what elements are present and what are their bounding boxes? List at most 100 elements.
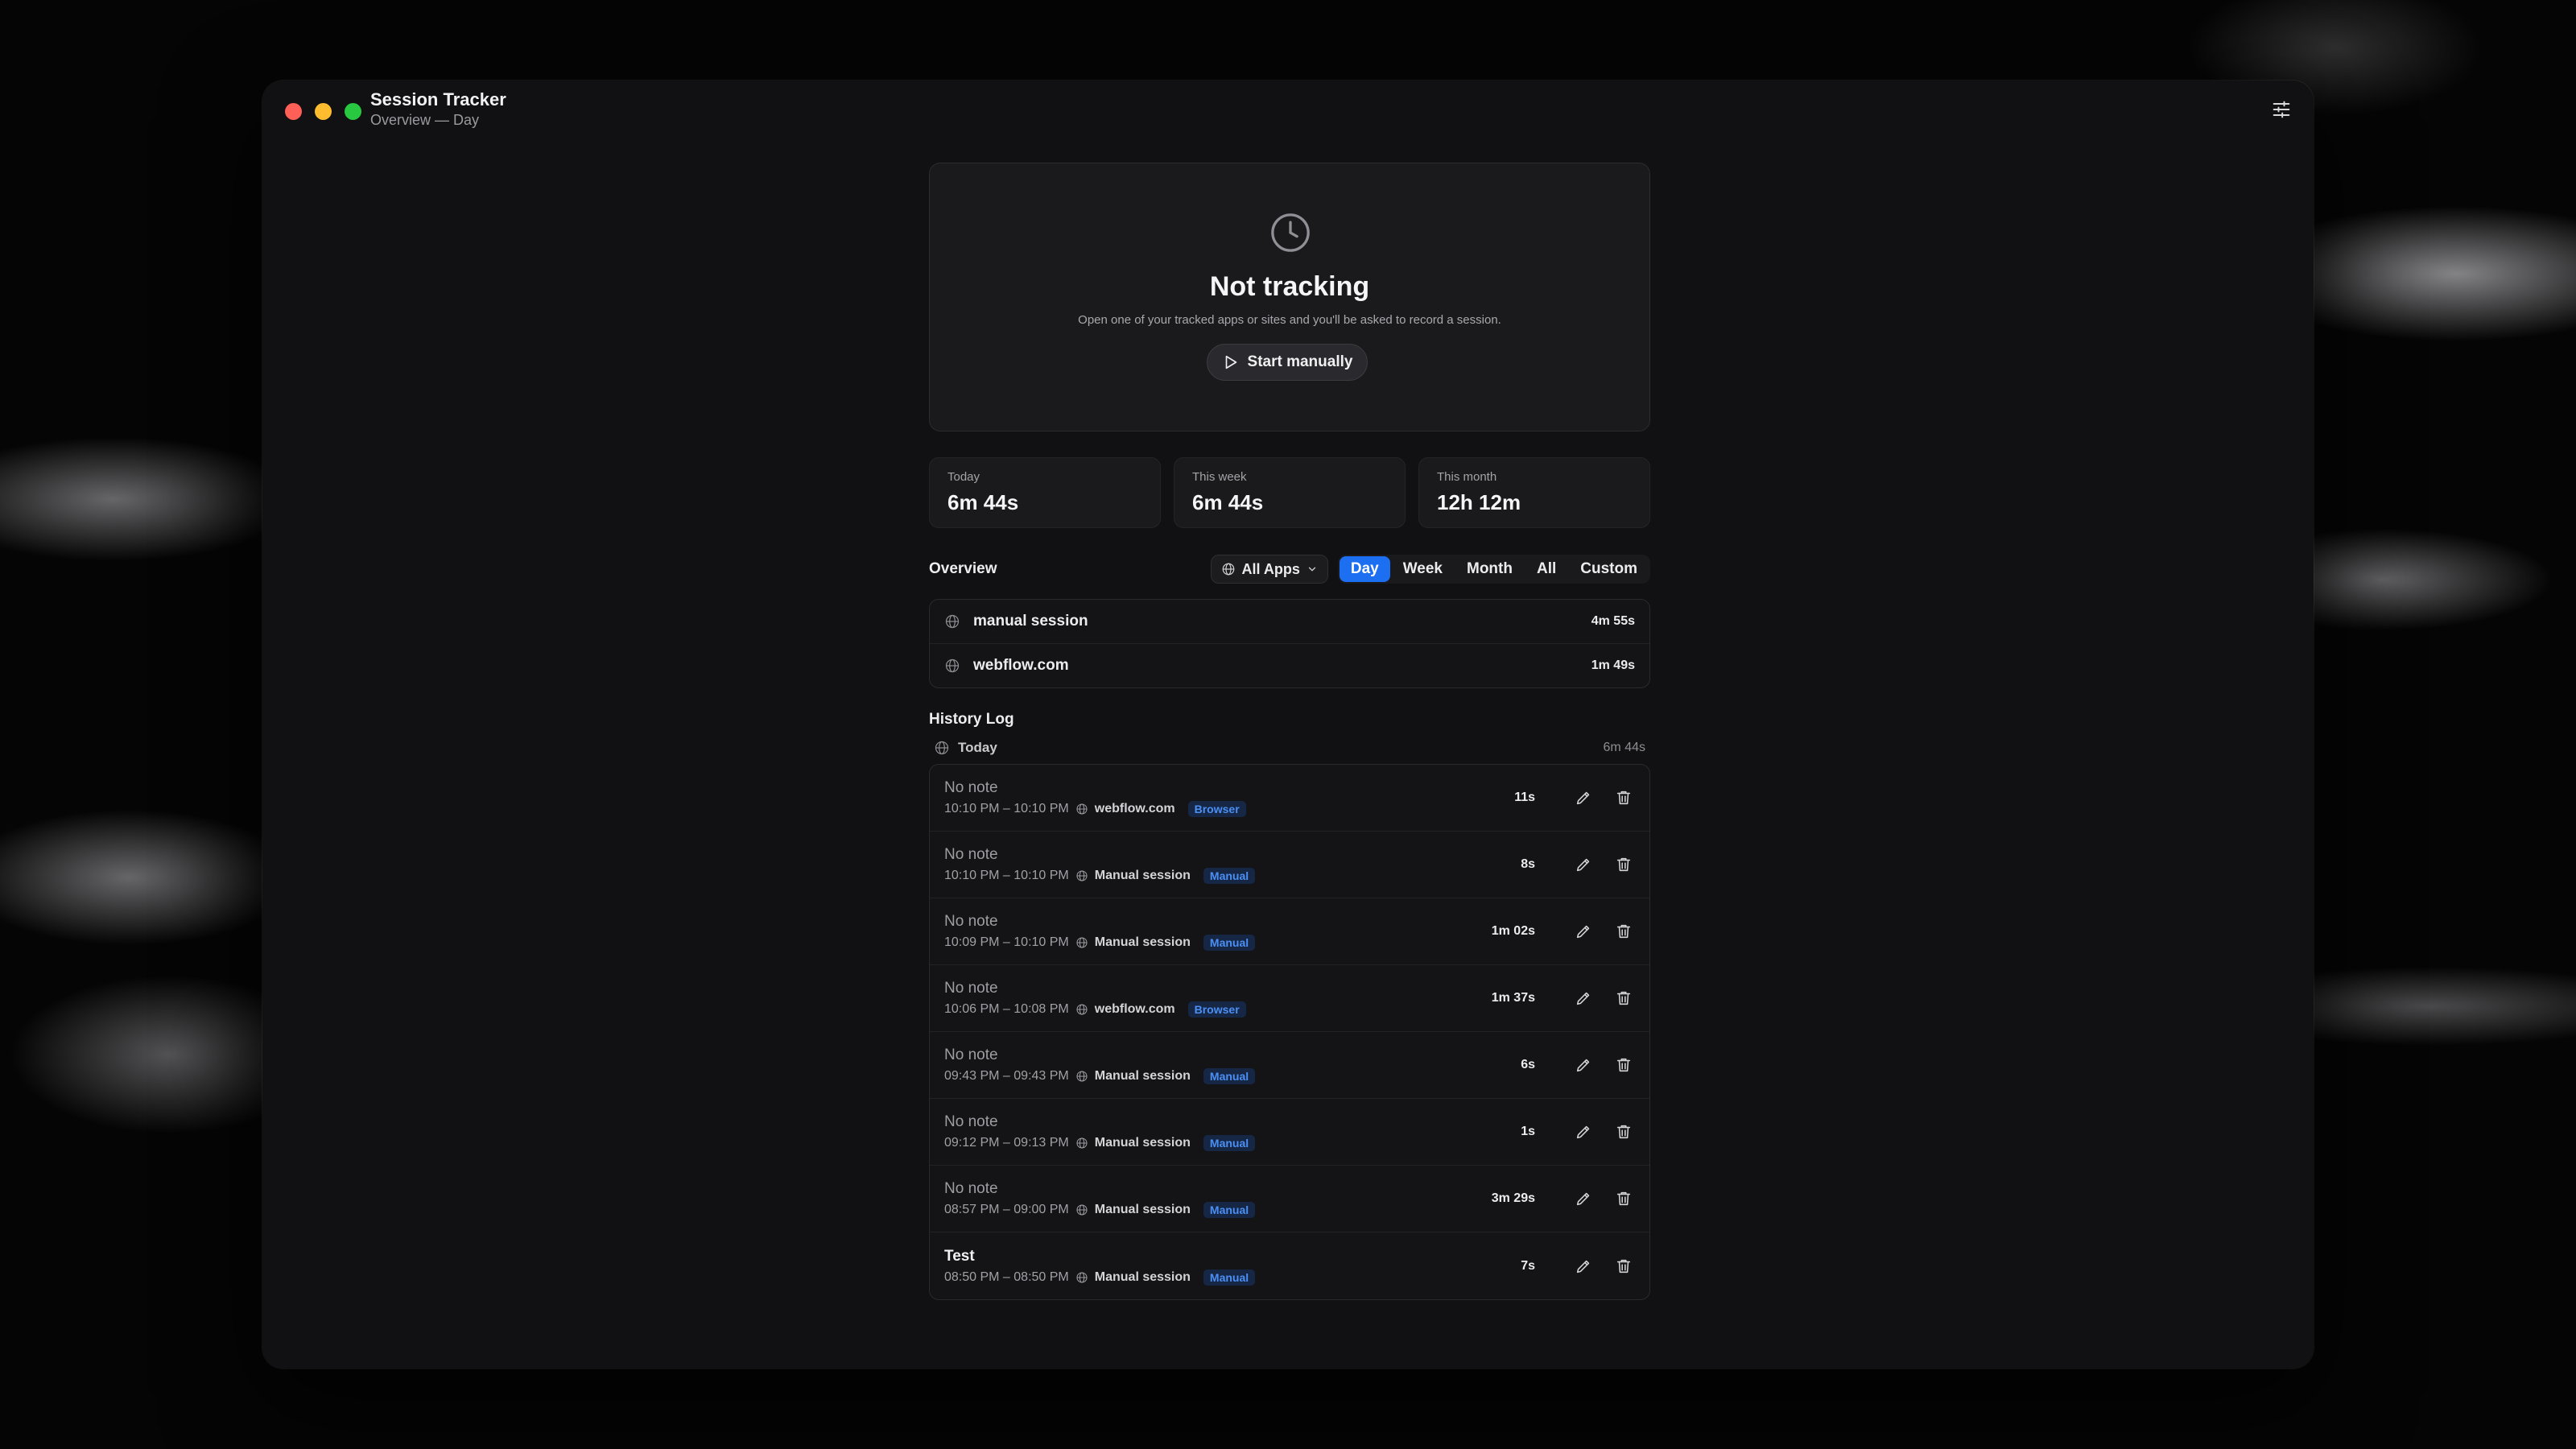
pencil-icon	[1575, 1056, 1592, 1074]
globe-icon	[1075, 869, 1088, 882]
source-type-badge: Manual	[1203, 1068, 1256, 1084]
edit-entry-button[interactable]	[1572, 853, 1595, 876]
app-subtitle: Overview — Day	[370, 112, 480, 128]
delete-entry-button[interactable]	[1612, 1054, 1635, 1076]
pencil-icon	[1575, 989, 1592, 1007]
delete-entry-button[interactable]	[1612, 987, 1635, 1009]
history-entry-note: No note	[944, 779, 998, 796]
delete-entry-button[interactable]	[1612, 920, 1635, 943]
history-entry[interactable]: No note 10:09 PM – 10:10 PM Manual session…	[930, 898, 1649, 965]
edit-entry-button[interactable]	[1572, 1054, 1595, 1076]
source-type-badge: Browser	[1187, 1001, 1246, 1018]
history-day-label: Today	[958, 740, 997, 755]
range-all[interactable]: All	[1525, 556, 1567, 582]
delete-entry-button[interactable]	[1612, 1255, 1635, 1278]
delete-entry-button[interactable]	[1612, 1187, 1635, 1210]
history-entry-meta: 08:50 PM – 08:50 PM Manual session Manual	[944, 1269, 1521, 1286]
edit-entry-button[interactable]	[1572, 1255, 1595, 1278]
delete-entry-button[interactable]	[1612, 1121, 1635, 1143]
range-day[interactable]: Day	[1339, 556, 1390, 582]
trash-icon	[1615, 1123, 1633, 1141]
history-entry-source: Manual session	[1094, 1269, 1191, 1284]
range-custom[interactable]: Custom	[1569, 556, 1649, 582]
settings-button[interactable]	[2264, 92, 2299, 127]
history-log-title: History Log	[929, 711, 1014, 728]
trash-icon	[1615, 989, 1633, 1007]
globe-icon	[944, 613, 960, 630]
app-name: manual session	[973, 613, 1088, 630]
globe-icon	[1075, 1003, 1088, 1016]
range-week[interactable]: Week	[1392, 556, 1454, 582]
minimize-window-button[interactable]	[315, 103, 332, 120]
stat-value: 6m 44s	[947, 490, 1019, 514]
delete-entry-button[interactable]	[1612, 786, 1635, 809]
globe-icon	[1075, 1203, 1088, 1216]
history-entry[interactable]: No note 10:10 PM – 10:10 PM Manual session…	[930, 832, 1649, 898]
history-entry[interactable]: Test 08:50 PM – 08:50 PM Manual session Man…	[930, 1232, 1649, 1299]
history-entry-source: webflow.com	[1094, 1002, 1175, 1016]
pencil-icon	[1575, 856, 1592, 873]
app-usage-row[interactable]: webflow.com 1m 49s	[930, 644, 1649, 687]
close-window-button[interactable]	[285, 103, 302, 120]
trash-icon	[1615, 1190, 1633, 1208]
history-entry-time: 09:43 PM – 09:43 PM	[944, 1069, 1069, 1083]
history-entry[interactable]: No note 10:10 PM – 10:10 PM webflow.com Bro…	[930, 765, 1649, 832]
source-type-badge: Manual	[1203, 868, 1256, 884]
history-entry-source: Manual session	[1094, 1069, 1191, 1083]
app-name: webflow.com	[973, 657, 1069, 674]
app-usage-list: manual session 4m 55s webflow.com 1m 49s	[929, 599, 1650, 688]
history-entry[interactable]: No note 10:06 PM – 10:08 PM webflow.com Bro…	[930, 965, 1649, 1032]
start-manually-button[interactable]: Start manually	[1207, 344, 1368, 381]
edit-entry-button[interactable]	[1572, 920, 1595, 943]
main-content: Not tracking Open one of your tracked ap…	[929, 163, 1650, 1300]
stat-this-month: This month 12h 12m	[1418, 457, 1650, 528]
app-title: Session Tracker	[370, 89, 506, 109]
history-entry-duration: 1m 02s	[1491, 924, 1535, 938]
history-entry-details: No note 10:10 PM – 10:10 PM webflow.com Bro…	[944, 778, 1514, 817]
edit-entry-button[interactable]	[1572, 786, 1595, 809]
history-entry-duration: 7s	[1521, 1258, 1535, 1273]
pencil-icon	[1575, 1257, 1592, 1275]
globe-icon	[1075, 936, 1088, 949]
range-month[interactable]: Month	[1455, 556, 1524, 582]
stat-value: 12h 12m	[1437, 490, 1521, 514]
history-entry-note: No note	[944, 1113, 998, 1130]
history-entry[interactable]: No note 09:43 PM – 09:43 PM Manual session…	[930, 1032, 1649, 1099]
status-description: Open one of your tracked apps or sites a…	[1078, 313, 1501, 327]
history-entry-details: No note 10:10 PM – 10:10 PM Manual session…	[944, 845, 1521, 884]
clock-icon	[1268, 210, 1313, 259]
edit-entry-button[interactable]	[1572, 1187, 1595, 1210]
tracking-status-card: Not tracking Open one of your tracked ap…	[929, 163, 1650, 431]
app-filter-dropdown[interactable]: All Apps	[1210, 555, 1328, 584]
history-entry-meta: 08:57 PM – 09:00 PM Manual session Manual	[944, 1202, 1492, 1218]
trash-icon	[1615, 1056, 1633, 1074]
overview-controls: All Apps Day Week Month All Custom	[1210, 555, 1650, 584]
history-entry-meta: 09:12 PM – 09:13 PM Manual session Manual	[944, 1135, 1521, 1151]
history-entry-details: Test 08:50 PM – 08:50 PM Manual session Man…	[944, 1247, 1521, 1286]
history-entry-meta: 10:10 PM – 10:10 PM Manual session Manual	[944, 868, 1521, 884]
history-entry-meta: 09:43 PM – 09:43 PM Manual session Manual	[944, 1068, 1521, 1084]
stat-value: 6m 44s	[1192, 490, 1264, 514]
history-entry-time: 10:06 PM – 10:08 PM	[944, 1002, 1069, 1016]
globe-icon	[1075, 803, 1088, 815]
history-entry-note: No note	[944, 913, 998, 930]
delete-entry-button[interactable]	[1612, 853, 1635, 876]
source-type-badge: Manual	[1203, 935, 1256, 951]
history-entry[interactable]: No note 08:57 PM – 09:00 PM Manual session…	[930, 1166, 1649, 1232]
history-entry-time: 08:50 PM – 08:50 PM	[944, 1269, 1069, 1284]
history-entry-time: 09:12 PM – 09:13 PM	[944, 1136, 1069, 1150]
app-usage-row[interactable]: manual session 4m 55s	[930, 600, 1649, 644]
history-entry[interactable]: No note 09:12 PM – 09:13 PM Manual session…	[930, 1099, 1649, 1166]
history-entry-duration: 11s	[1514, 791, 1535, 804]
zoom-window-button[interactable]	[345, 103, 361, 120]
history-entry-note: No note	[944, 846, 998, 863]
pencil-icon	[1575, 1123, 1592, 1141]
stat-label: This month	[1437, 470, 1497, 484]
status-title: Not tracking	[1209, 271, 1370, 302]
edit-entry-button[interactable]	[1572, 987, 1595, 1009]
history-entry-time: 10:10 PM – 10:10 PM	[944, 869, 1069, 882]
source-type-badge: Manual	[1203, 1202, 1256, 1218]
edit-entry-button[interactable]	[1572, 1121, 1595, 1143]
globe-icon	[1075, 1070, 1088, 1083]
stat-label: This week	[1192, 470, 1247, 484]
